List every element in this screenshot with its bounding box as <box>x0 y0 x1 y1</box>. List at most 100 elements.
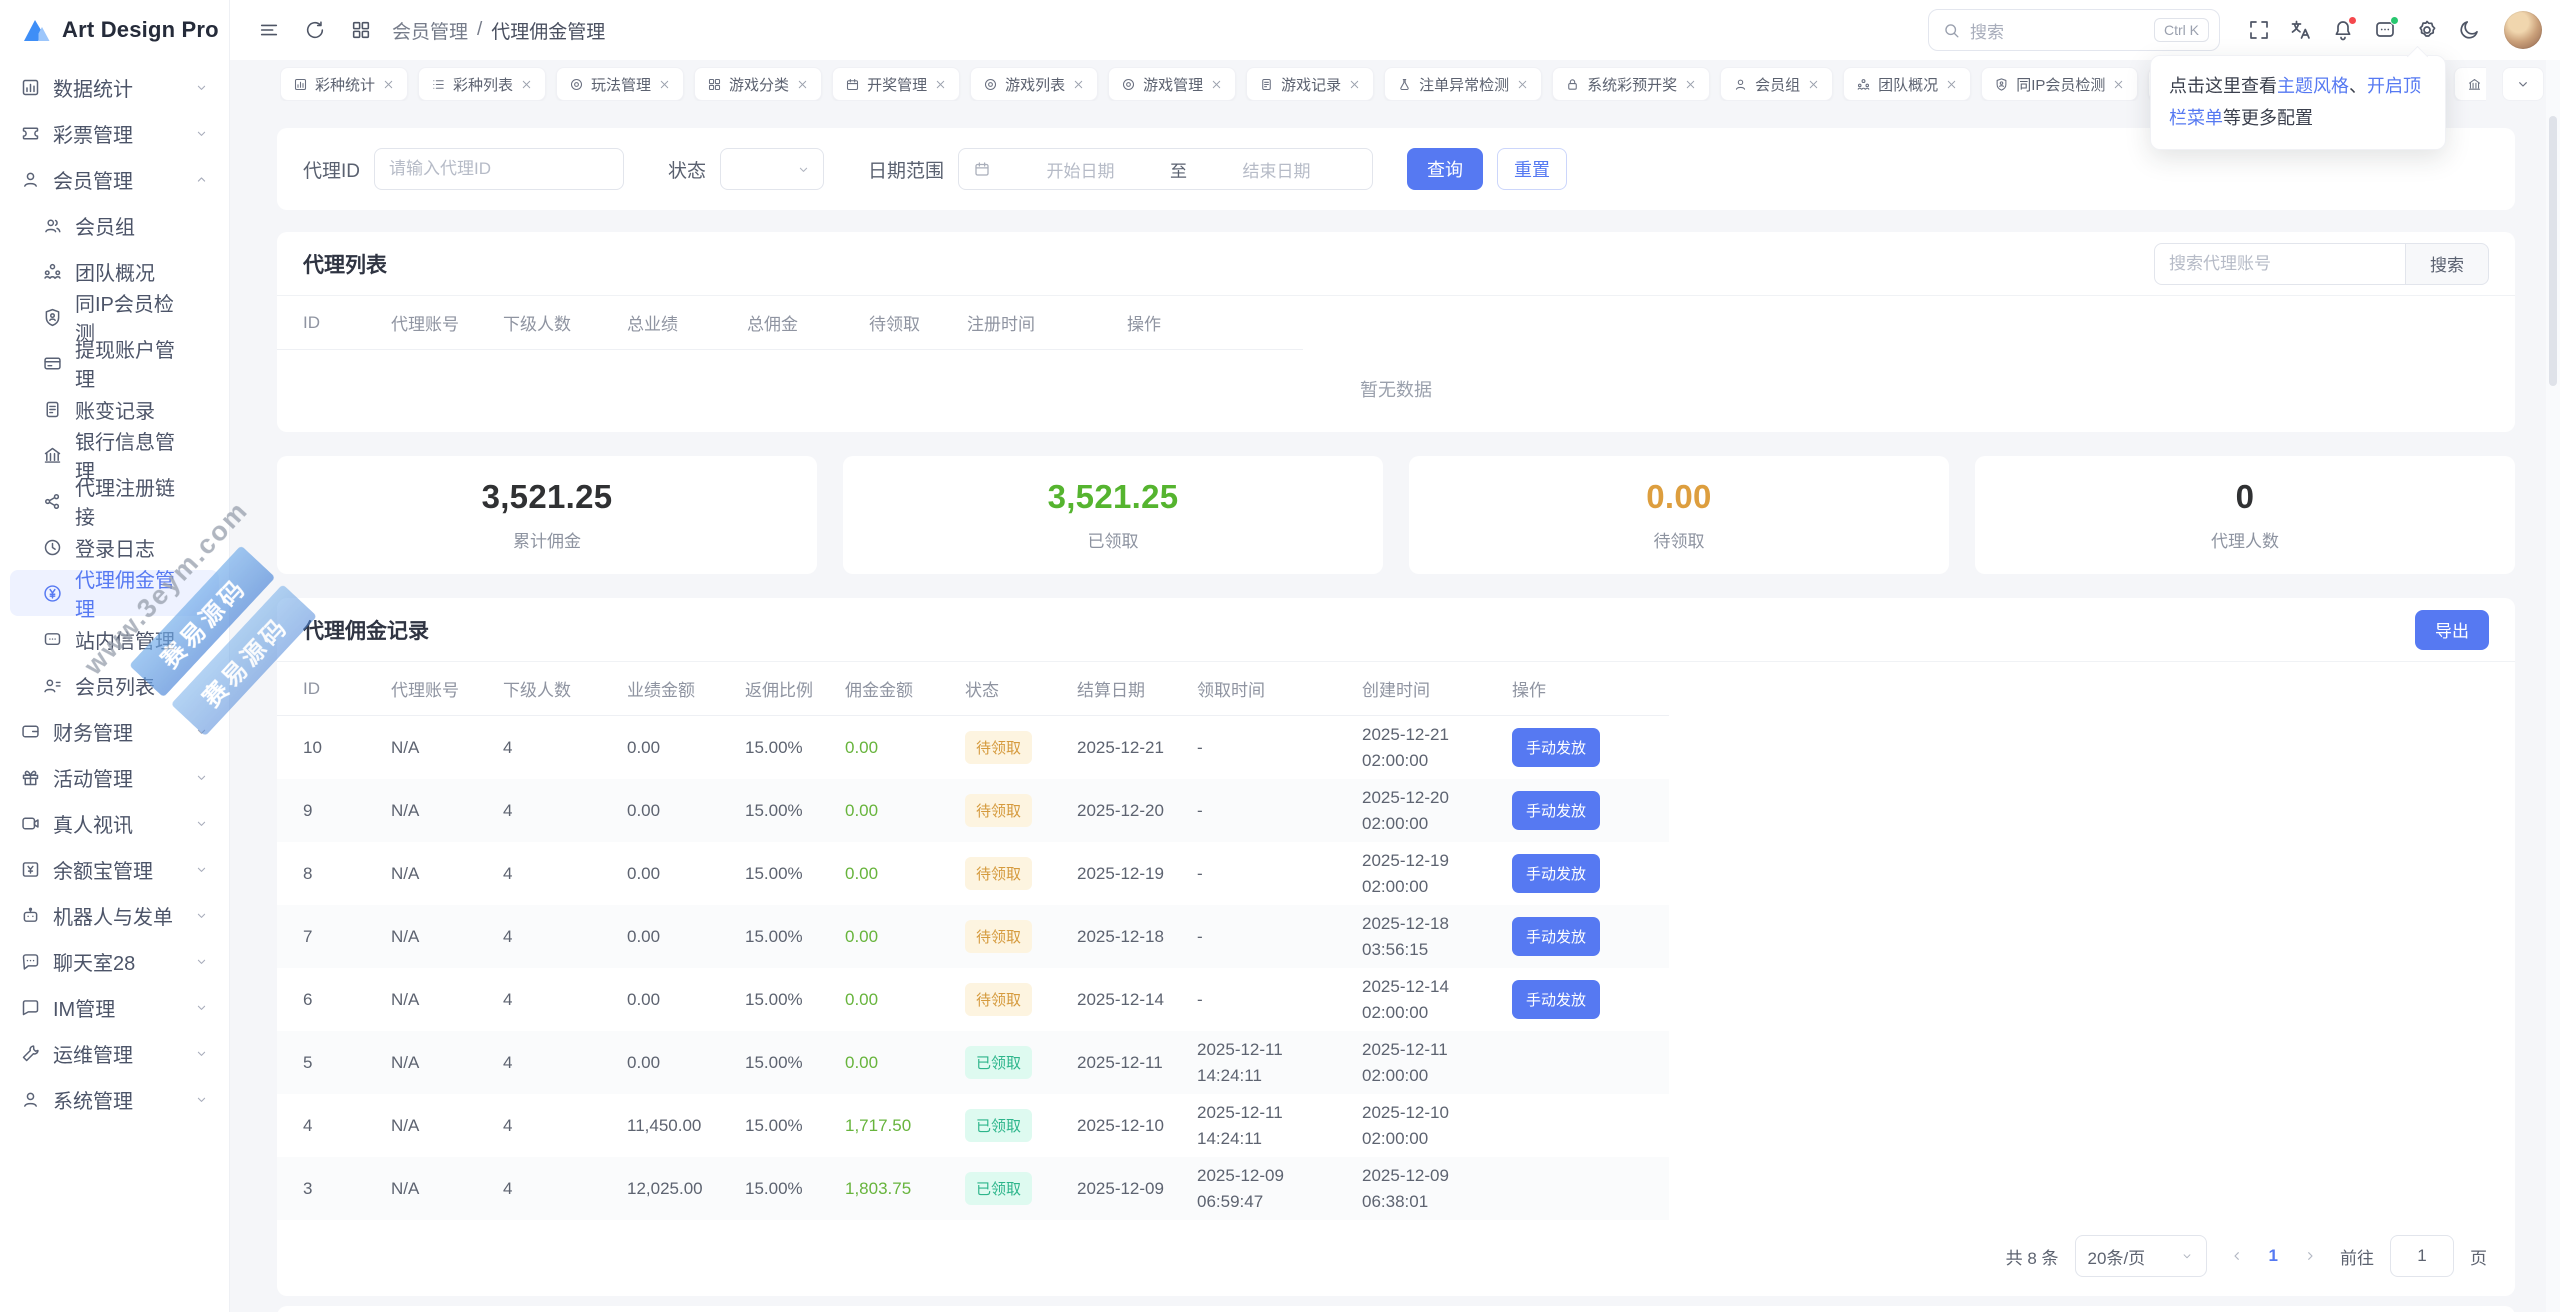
sidebar-item[interactable]: 机器人与发单 <box>10 892 219 938</box>
topbar-action-icon[interactable] <box>2406 9 2448 51</box>
manual-grant-button[interactable]: 手动发放 <box>1512 917 1600 956</box>
sidebar-item[interactable]: 会员组 <box>10 202 219 248</box>
tab-label: 游戏列表 <box>1005 74 1065 95</box>
topbar-nav-icon[interactable] <box>342 11 380 49</box>
tab-close-icon[interactable] <box>934 78 947 91</box>
agent-search-input[interactable] <box>2154 243 2406 285</box>
tab-close-icon[interactable] <box>1516 78 1529 91</box>
cell-account: N/A <box>391 801 503 821</box>
current-page-number[interactable]: 1 <box>2267 1246 2280 1266</box>
scrollbar-track[interactable] <box>2546 60 2560 1312</box>
sidebar-item[interactable]: 真人视讯 <box>10 800 219 846</box>
tabs-collapse-button[interactable] <box>2502 67 2544 101</box>
global-search-input[interactable]: 搜索 Ctrl K <box>1928 9 2220 51</box>
tab[interactable]: 彩种列表 <box>418 67 546 101</box>
tab-close-icon[interactable] <box>1348 78 1361 91</box>
tab[interactable]: 游戏记录 <box>1246 67 1374 101</box>
goto-label: 前往 <box>2340 1244 2374 1269</box>
main-area: 会员管理 / 代理佣金管理 搜索 Ctrl K <box>230 0 2560 1312</box>
sidebar-item[interactable]: 彩票管理 <box>10 110 219 156</box>
scrollbar-thumb[interactable] <box>2549 116 2557 386</box>
sidebar-item-icon <box>20 813 41 834</box>
sidebar-item-label: 聊天室28 <box>53 947 135 976</box>
topbar-action-icon[interactable] <box>2238 9 2280 51</box>
sidebar-item[interactable]: 聊天室28 <box>10 938 219 984</box>
agent-id-input[interactable] <box>374 148 624 190</box>
topbar-nav-icon[interactable] <box>296 11 334 49</box>
tab[interactable]: 游戏管理 <box>1108 67 1236 101</box>
topbar-nav-icon[interactable] <box>250 11 288 49</box>
sidebar-menu: 数据统计 彩票管理 会员管理 会员组 团队概况 同IP会员检测 提现账户管理 账… <box>0 60 229 1126</box>
tab[interactable]: 同IP会员检测 <box>1981 67 2138 101</box>
sidebar-item[interactable]: 财务管理 <box>10 708 219 754</box>
tab[interactable]: 游戏分类 <box>694 67 822 101</box>
topbar-action-icon[interactable] <box>2322 9 2364 51</box>
tab[interactable]: 彩种统计 <box>280 67 408 101</box>
action-icon-glyph <box>2247 18 2271 42</box>
tab[interactable]: 银行信息管理 <box>2454 67 2486 101</box>
tab-label: 注单异常检测 <box>1419 74 1509 95</box>
tab-close-icon[interactable] <box>2112 78 2125 91</box>
column-header: 返佣比例 <box>745 676 845 701</box>
topbar-action-icon[interactable] <box>2280 9 2322 51</box>
tab[interactable]: 会员组 <box>1720 67 1833 101</box>
tab[interactable]: 玩法管理 <box>556 67 684 101</box>
tab-close-icon[interactable] <box>796 78 809 91</box>
manual-grant-button[interactable]: 手动发放 <box>1512 791 1600 830</box>
tab[interactable]: 游戏列表 <box>970 67 1098 101</box>
tab[interactable]: 开奖管理 <box>832 67 960 101</box>
agent-search-button[interactable]: 搜索 <box>2406 243 2489 285</box>
tab[interactable]: 注单异常检测 <box>1384 67 1542 101</box>
cell-commission: 0.00 <box>845 738 965 758</box>
tab-close-icon[interactable] <box>520 78 533 91</box>
manual-grant-button[interactable]: 手动发放 <box>1512 980 1600 1019</box>
sidebar-item[interactable]: 数据统计 <box>10 64 219 110</box>
user-avatar[interactable] <box>2504 11 2542 49</box>
prev-page-button[interactable] <box>2223 1242 2251 1270</box>
goto-page-input[interactable] <box>2390 1235 2454 1277</box>
manual-grant-button[interactable]: 手动发放 <box>1512 854 1600 893</box>
sidebar-item[interactable]: 提现账户管理 <box>10 340 219 386</box>
query-button[interactable]: 查询 <box>1407 148 1483 190</box>
sidebar-item[interactable]: 活动管理 <box>10 754 219 800</box>
tab[interactable]: 系统彩预开奖 <box>1552 67 1710 101</box>
page-size-select[interactable]: 20条/页 <box>2075 1235 2207 1277</box>
tab-close-icon[interactable] <box>1945 78 1958 91</box>
status-select[interactable] <box>720 148 824 190</box>
tab[interactable]: 团队概况 <box>1843 67 1971 101</box>
topbar-action-icon[interactable] <box>2364 9 2406 51</box>
sidebar-item[interactable]: 会员列表 <box>10 662 219 708</box>
chevron-icon <box>194 908 209 923</box>
tab-close-icon[interactable] <box>1684 78 1697 91</box>
sidebar-item-icon <box>20 1089 41 1110</box>
chevron-icon <box>194 126 209 141</box>
empty-state: 暂无数据 <box>277 350 2515 428</box>
sidebar-item[interactable]: IM管理 <box>10 984 219 1030</box>
export-button[interactable]: 导出 <box>2415 610 2489 650</box>
sidebar-item[interactable]: 运维管理 <box>10 1030 219 1076</box>
sidebar-item-icon <box>42 491 63 512</box>
breadcrumb-parent[interactable]: 会员管理 <box>392 17 468 44</box>
tab-close-icon[interactable] <box>1072 78 1085 91</box>
sidebar-item[interactable]: 余额宝管理 <box>10 846 219 892</box>
date-range-picker[interactable]: 开始日期 至 结束日期 <box>958 148 1373 190</box>
tab-close-icon[interactable] <box>382 78 395 91</box>
tab-close-icon[interactable] <box>1807 78 1820 91</box>
sidebar-item[interactable]: 站内信管理 <box>10 616 219 662</box>
column-header: 代理账号 <box>391 676 503 701</box>
sidebar-item[interactable]: 会员管理 <box>10 156 219 202</box>
next-page-button[interactable] <box>2296 1242 2324 1270</box>
tab-close-icon[interactable] <box>1210 78 1223 91</box>
search-placeholder: 搜索 <box>1970 18 2145 43</box>
column-header: 下级人数 <box>503 310 627 335</box>
sidebar-item[interactable]: 代理佣金管理 <box>10 570 219 616</box>
tab-close-icon[interactable] <box>658 78 671 91</box>
topbar-action-icon[interactable] <box>2448 9 2490 51</box>
cell-amount: 11,450.00 <box>627 1116 745 1136</box>
manual-grant-button[interactable]: 手动发放 <box>1512 728 1600 767</box>
app-logo[interactable]: Art Design Pro <box>0 0 229 60</box>
reset-button[interactable]: 重置 <box>1497 148 1567 190</box>
sidebar-item[interactable]: 代理注册链接 <box>10 478 219 524</box>
sidebar-item[interactable]: 系统管理 <box>10 1076 219 1122</box>
theme-style-link[interactable]: 主题风格 <box>2277 76 2349 96</box>
